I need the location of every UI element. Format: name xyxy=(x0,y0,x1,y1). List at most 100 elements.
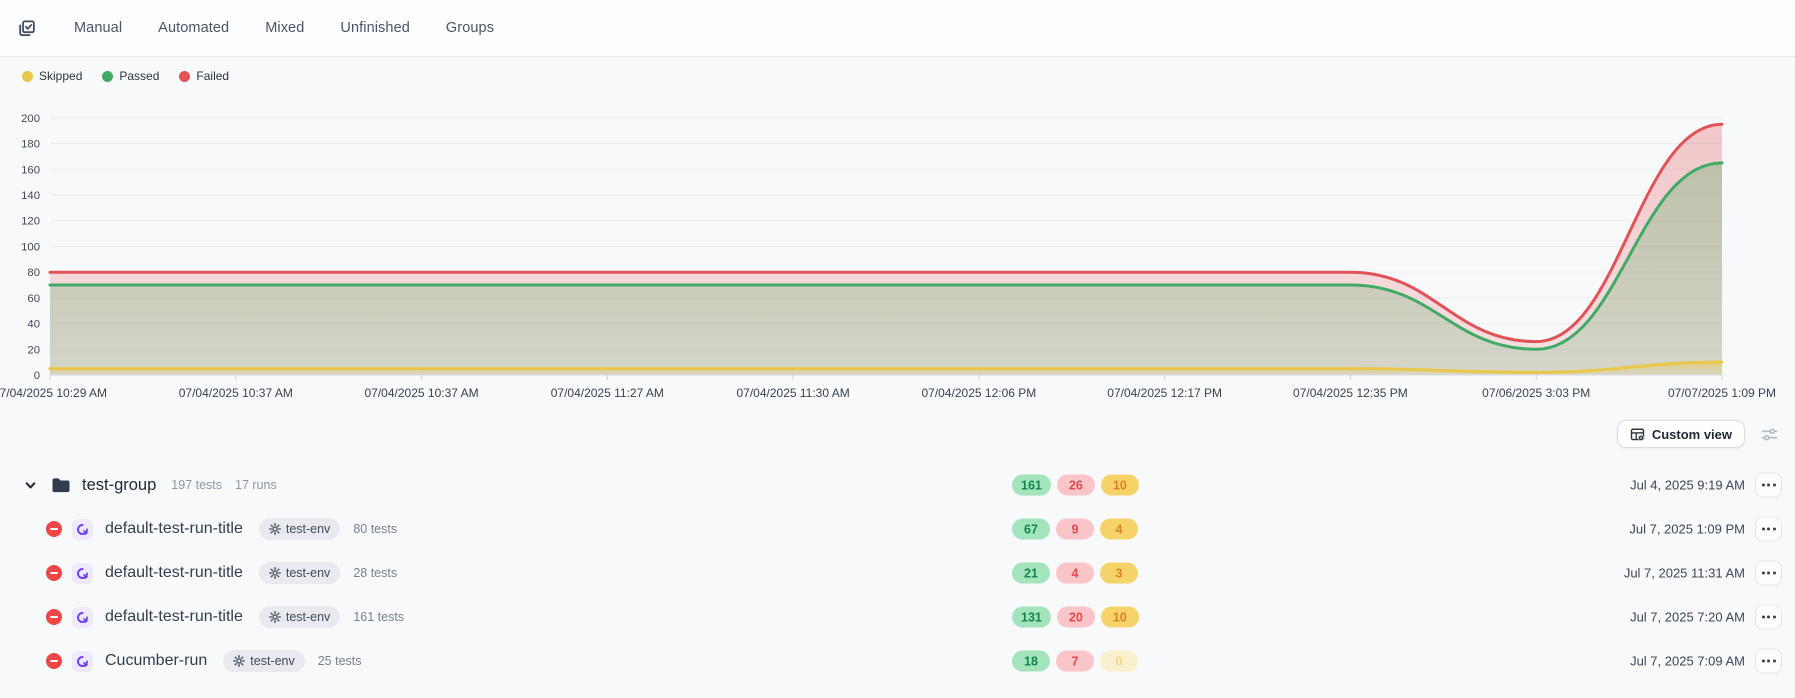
sliders-icon xyxy=(1761,426,1778,443)
svg-text:60: 60 xyxy=(27,293,40,305)
failed-status-icon xyxy=(46,521,62,537)
checkbox-stack-icon xyxy=(16,18,37,39)
more-options-icon-button[interactable] xyxy=(1755,561,1782,586)
adjustments-filter-icon-button[interactable] xyxy=(1758,423,1780,445)
legend-item[interactable]: Failed xyxy=(179,69,229,83)
environment-badge: test-env xyxy=(259,518,340,540)
row-date: Jul 7, 2025 7:20 AM xyxy=(1630,610,1745,625)
passed-count-badge: 161 xyxy=(1012,475,1051,496)
group-row[interactable]: test-group 197 tests 17 runs 161 26 10 J… xyxy=(0,463,1795,507)
table-gear-icon xyxy=(1630,427,1645,442)
run-icon xyxy=(72,651,93,672)
tab[interactable]: Mixed xyxy=(265,20,304,36)
legend-color-dot xyxy=(22,71,33,82)
passed-count-badge: 67 xyxy=(1012,519,1050,540)
svg-text:120: 120 xyxy=(21,216,40,228)
failed-status-icon xyxy=(46,565,62,581)
tab[interactable]: Automated xyxy=(158,20,229,36)
legend-label: Skipped xyxy=(39,69,82,83)
more-options-icon-button[interactable] xyxy=(1755,517,1782,542)
run-tests-count: 28 tests xyxy=(353,566,397,580)
group-meta: 197 tests 17 runs xyxy=(171,478,276,492)
row-date: Jul 4, 2025 9:19 AM xyxy=(1630,478,1745,493)
failed-count-badge: 4 xyxy=(1056,563,1094,584)
run-row[interactable]: default-test-run-title test-env 80 tests… xyxy=(0,507,1795,551)
more-options-icon-button[interactable] xyxy=(1755,605,1782,630)
svg-text:100: 100 xyxy=(21,241,40,253)
svg-text:07/06/2025 3:03 PM: 07/06/2025 3:03 PM xyxy=(1482,386,1590,400)
skipped-count-badge: 10 xyxy=(1101,475,1139,496)
run-row[interactable]: Cucumber-run test-env 25 tests 18 7 0 Ju… xyxy=(0,639,1795,683)
svg-text:20: 20 xyxy=(27,344,40,356)
gear-icon xyxy=(269,523,281,535)
svg-text:07/07/2025 1:09 PM: 07/07/2025 1:09 PM xyxy=(1668,386,1776,400)
run-tests-count: 25 tests xyxy=(318,654,362,668)
tab-bar: Manual Automated Mixed Unfinished Groups xyxy=(0,0,1795,57)
passed-count-badge: 18 xyxy=(1012,651,1050,672)
environment-name: test-env xyxy=(286,522,330,536)
svg-text:07/04/2025 10:37 AM: 07/04/2025 10:37 AM xyxy=(179,386,293,400)
run-title: default-test-run-title xyxy=(105,608,243,626)
svg-text:07/04/2025 12:06 PM: 07/04/2025 12:06 PM xyxy=(922,386,1037,400)
chart-legend: Skipped Passed Failed xyxy=(22,66,1795,86)
list-toolbar: Custom view xyxy=(0,411,1795,457)
run-list: test-group 197 tests 17 runs 161 26 10 J… xyxy=(0,463,1795,683)
run-icon xyxy=(72,519,93,540)
passed-count-badge: 21 xyxy=(1012,563,1050,584)
skipped-count-badge: 0 xyxy=(1100,651,1138,672)
run-row[interactable]: default-test-run-title test-env 161 test… xyxy=(0,595,1795,639)
chevron-down-icon[interactable] xyxy=(22,477,38,493)
result-count-badges: 18 7 0 xyxy=(1012,651,1138,672)
more-options-icon-button[interactable] xyxy=(1755,649,1782,674)
environment-badge: test-env xyxy=(259,562,340,584)
passed-count-badge: 131 xyxy=(1012,607,1051,628)
result-count-badges: 21 4 3 xyxy=(1012,563,1138,584)
run-title: default-test-run-title xyxy=(105,564,243,582)
legend-color-dot xyxy=(102,71,113,82)
failed-status-icon xyxy=(46,609,62,625)
group-runs-count: 17 runs xyxy=(235,478,277,492)
run-title: Cucumber-run xyxy=(105,652,207,670)
more-options-icon-button[interactable] xyxy=(1755,473,1782,498)
environment-badge: test-env xyxy=(223,650,304,672)
svg-text:160: 160 xyxy=(21,164,40,176)
run-icon xyxy=(72,607,93,628)
gear-icon xyxy=(269,567,281,579)
environment-name: test-env xyxy=(250,654,294,668)
svg-text:07/04/2025 10:29 AM: 07/04/2025 10:29 AM xyxy=(0,386,107,400)
svg-text:07/04/2025 12:35 PM: 07/04/2025 12:35 PM xyxy=(1293,386,1408,400)
legend-item[interactable]: Passed xyxy=(102,69,159,83)
run-title: default-test-run-title xyxy=(105,520,243,538)
tab[interactable]: Manual xyxy=(74,20,122,36)
tab-list: Manual Automated Mixed Unfinished Groups xyxy=(74,20,494,36)
svg-text:80: 80 xyxy=(27,267,40,279)
skipped-count-badge: 3 xyxy=(1100,563,1138,584)
row-date: Jul 7, 2025 7:09 AM xyxy=(1630,654,1745,669)
run-tests-count: 80 tests xyxy=(353,522,397,536)
group-tests-count: 197 tests xyxy=(171,478,222,492)
svg-text:07/04/2025 10:37 AM: 07/04/2025 10:37 AM xyxy=(365,386,479,400)
tab[interactable]: Unfinished xyxy=(340,20,410,36)
result-count-badges: 161 26 10 xyxy=(1012,475,1139,496)
custom-view-label: Custom view xyxy=(1652,427,1732,442)
legend-label: Failed xyxy=(196,69,229,83)
run-row[interactable]: default-test-run-title test-env 28 tests… xyxy=(0,551,1795,595)
failed-count-badge: 26 xyxy=(1057,475,1095,496)
multi-select-icon-button[interactable] xyxy=(14,16,38,40)
svg-text:07/04/2025 11:30 AM: 07/04/2025 11:30 AM xyxy=(737,386,850,400)
custom-view-button[interactable]: Custom view xyxy=(1617,420,1745,448)
svg-text:180: 180 xyxy=(21,139,40,151)
tab[interactable]: Groups xyxy=(446,20,494,36)
legend-item[interactable]: Skipped xyxy=(22,69,82,83)
svg-text:200: 200 xyxy=(21,113,40,125)
gear-icon xyxy=(269,611,281,623)
failed-count-badge: 20 xyxy=(1057,607,1095,628)
folder-icon xyxy=(51,476,71,494)
group-title: test-group xyxy=(82,476,156,495)
row-date: Jul 7, 2025 1:09 PM xyxy=(1629,522,1745,537)
skipped-count-badge: 4 xyxy=(1100,519,1138,540)
row-date: Jul 7, 2025 11:31 AM xyxy=(1624,566,1745,581)
skipped-count-badge: 10 xyxy=(1101,607,1139,628)
run-icon xyxy=(72,563,93,584)
failed-status-icon xyxy=(46,653,62,669)
